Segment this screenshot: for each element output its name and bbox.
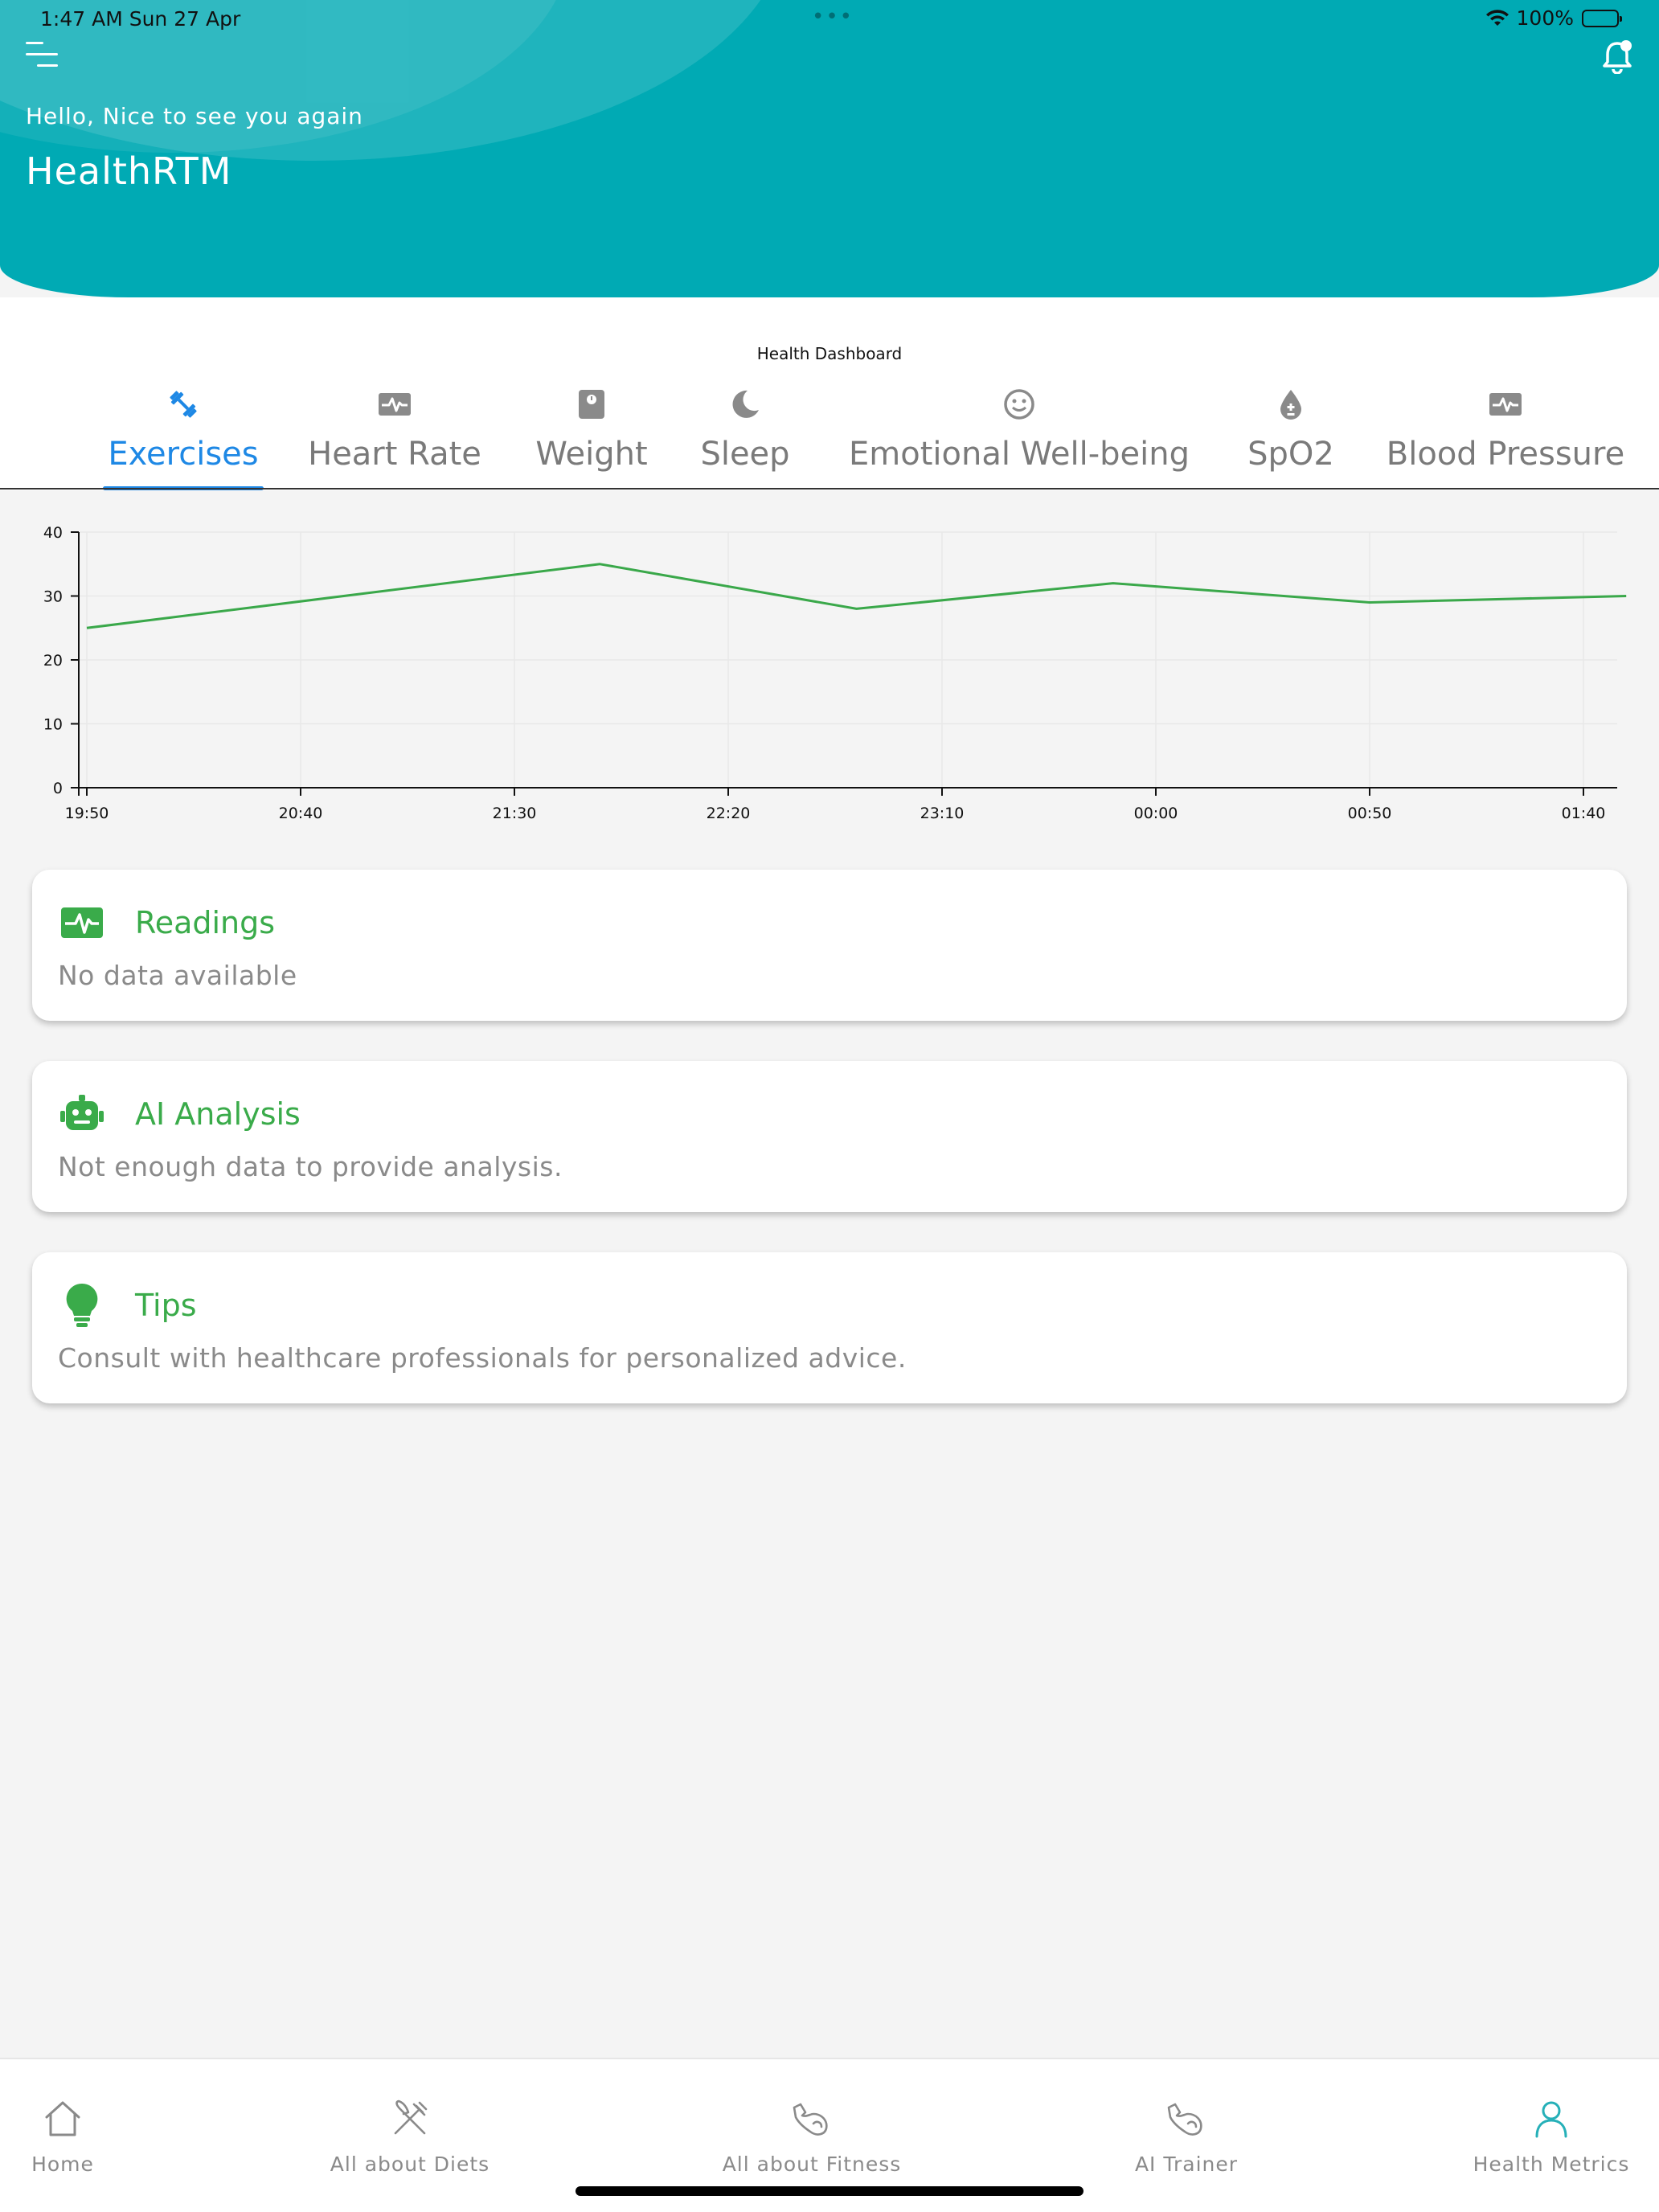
robot-icon	[59, 1092, 104, 1137]
tab-label: Heart Rate	[308, 436, 481, 473]
battery-icon	[1582, 9, 1622, 27]
y-tick-label: 20	[43, 652, 63, 670]
card-title: Tips	[135, 1288, 197, 1323]
tips-card: Tips Consult with healthcare professiona…	[32, 1252, 1627, 1403]
person-icon	[1535, 2101, 1567, 2138]
y-tick-label: 40	[43, 524, 63, 542]
card-body: No data available	[58, 960, 297, 991]
menu-icon[interactable]	[26, 42, 61, 71]
tab-sleep[interactable]: Sleep	[693, 378, 797, 490]
smiley-icon	[999, 384, 1039, 424]
app-title: HealthRTM	[26, 150, 232, 193]
home-indicator[interactable]	[576, 2186, 1083, 2196]
card-title: AI Analysis	[135, 1096, 301, 1132]
home-icon	[45, 2101, 80, 2136]
nav-label: Home	[31, 2153, 94, 2176]
wifi-icon	[1485, 9, 1509, 26]
nav-all-about-diets[interactable]: All about Diets	[322, 2059, 498, 2180]
tab-label: Blood Pressure	[1386, 436, 1625, 473]
nav-all-about-fitness[interactable]: All about Fitness	[715, 2059, 908, 2180]
header-banner	[0, 0, 1659, 297]
tab-label: SpO2	[1247, 436, 1334, 473]
x-tick-label: 00:00	[1134, 805, 1178, 822]
x-tick-label: 23:10	[920, 805, 965, 822]
x-tick-label: 21:30	[493, 805, 537, 822]
notification-bell-icon[interactable]	[1601, 39, 1633, 75]
card-body: Consult with healthcare professionals fo…	[58, 1342, 907, 1374]
tab-label: Emotional Well-being	[848, 436, 1190, 473]
y-tick-label: 10	[43, 716, 63, 734]
nav-home[interactable]: Home	[23, 2059, 103, 2180]
metric-tabs: Exercises Heart Rate Weight Sleep Emotio…	[0, 378, 1659, 490]
status-time: 1:47 AM Sun 27 Apr	[40, 7, 241, 31]
multitasking-dots-icon[interactable]: •••	[812, 5, 854, 29]
tab-blood-pressure[interactable]: Blood Pressure	[1378, 378, 1633, 490]
arm-flex-icon	[1167, 2103, 1202, 2136]
dumbbell-icon	[163, 384, 203, 424]
exercise-line-chart: 0 10 20 30 40 19:50 20:40 21:30 22:20 23:10 00:00 0…	[43, 524, 1627, 822]
y-tick-label: 30	[43, 588, 63, 606]
tab-emotional-well-being[interactable]: Emotional Well-being	[834, 378, 1204, 490]
ai-analysis-card: AI Analysis Not enough data to provide a…	[32, 1061, 1627, 1212]
fork-knife-icon	[394, 2099, 428, 2135]
moon-icon	[725, 384, 765, 424]
nav-ai-trainer[interactable]: AI Trainer	[1130, 2059, 1243, 2180]
tab-exercises[interactable]: Exercises	[103, 378, 264, 490]
card-header: AI Analysis	[59, 1092, 301, 1137]
nav-label: Health Metrics	[1473, 2153, 1630, 2176]
x-tick-label: 19:50	[65, 805, 109, 822]
greeting-text: Hello, Nice to see you again	[26, 103, 363, 129]
scale-icon	[571, 384, 612, 424]
monitor-heart-icon	[59, 900, 104, 945]
readings-card: Readings No data available	[32, 870, 1627, 1021]
blood-drop-icon	[1271, 384, 1311, 424]
status-right: 100%	[1485, 6, 1622, 30]
tab-label: Weight	[535, 436, 648, 473]
nav-label: All about Fitness	[722, 2153, 902, 2176]
tab-spo2[interactable]: SpO2	[1241, 378, 1341, 490]
card-header: Tips	[59, 1283, 197, 1328]
nav-health-metrics[interactable]: Health Metrics	[1471, 2059, 1632, 2180]
battery-percent: 100%	[1516, 6, 1574, 30]
y-tick-label: 0	[53, 780, 63, 797]
tab-label: Exercises	[108, 436, 259, 473]
status-bar: 1:47 AM Sun 27 Apr ••• 100%	[0, 0, 1659, 39]
tab-weight[interactable]: Weight	[527, 378, 656, 490]
card-body: Not enough data to provide analysis.	[58, 1151, 563, 1182]
x-tick-label: 22:20	[707, 805, 751, 822]
dashboard-title: Health Dashboard	[756, 344, 903, 363]
x-tick-label: 01:40	[1562, 805, 1606, 822]
monitor-heart-icon	[375, 384, 415, 424]
tab-heart-rate[interactable]: Heart Rate	[301, 378, 489, 490]
card-title: Readings	[135, 905, 276, 940]
card-header: Readings	[59, 900, 275, 945]
lightbulb-icon	[59, 1283, 104, 1328]
tab-divider	[0, 488, 1659, 490]
tab-label: Sleep	[700, 436, 790, 473]
monitor-heart-icon	[1485, 384, 1526, 424]
nav-label: All about Diets	[330, 2153, 490, 2176]
nav-label: AI Trainer	[1134, 2153, 1239, 2176]
x-tick-label: 20:40	[279, 805, 323, 822]
x-tick-label: 00:50	[1348, 805, 1392, 822]
arm-flex-icon	[793, 2103, 828, 2136]
